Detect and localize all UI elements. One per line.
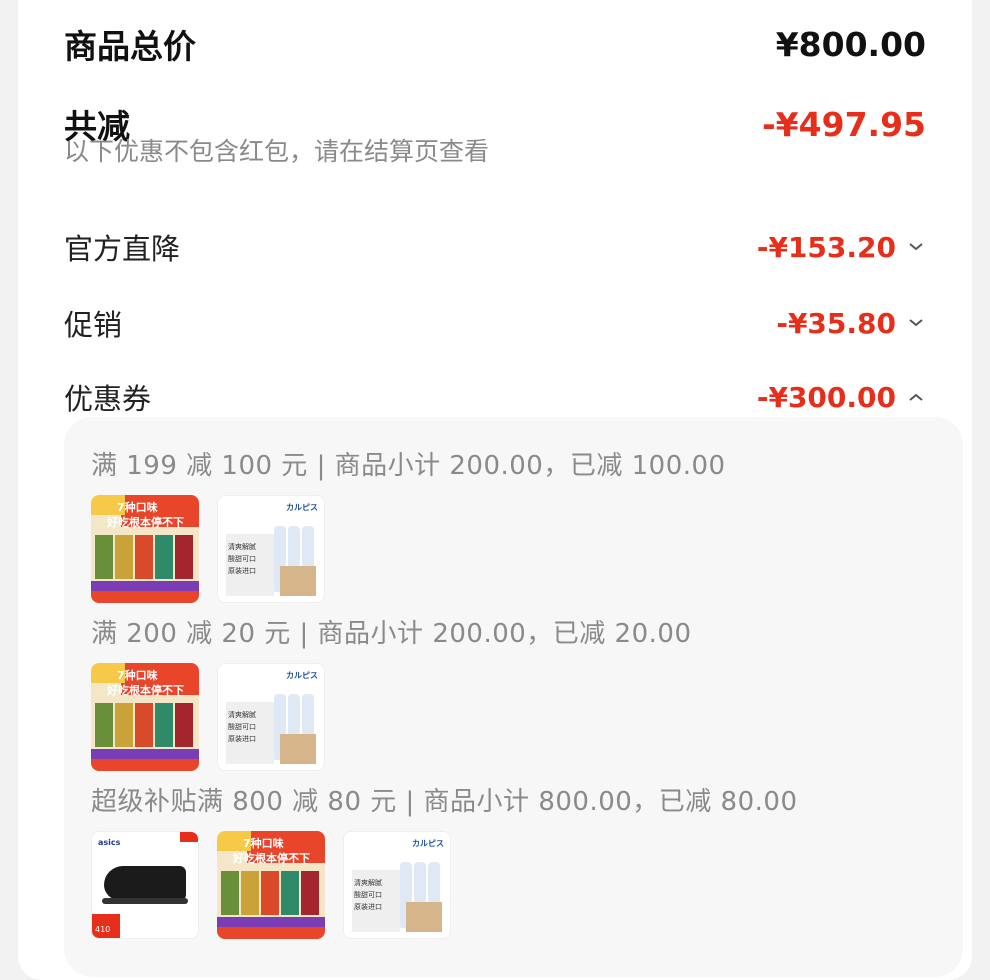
total-amount: ¥800.00 xyxy=(775,24,926,64)
breakdown-row-promo[interactable]: 促销 -¥35.80 xyxy=(64,302,926,344)
breakdown-row-official[interactable]: 官方直降 -¥153.20 xyxy=(64,226,926,268)
chevron-up-icon[interactable] xyxy=(906,387,926,407)
breakdown-amount: -¥300.00 xyxy=(756,380,896,414)
discount-note: 以下优惠不包含红包，请在结算页查看 xyxy=(64,137,490,166)
total-label: 商品总价 xyxy=(64,27,196,66)
coupon-line-3: 超级补贴满 800 减 80 元 | 商品小计 800.00，已减 80.00 xyxy=(91,787,798,817)
product-thumb-food[interactable]: 7种口味 好吃根本停不下 xyxy=(91,495,199,603)
product-thumb-water[interactable]: カルピス 清爽解腻 酸甜可口 原装进口 xyxy=(343,831,451,939)
coupon-products-3: asics 410 7种口味 好吃根本停不下 カルピス 清爽解腻 酸甜可口 原装… xyxy=(91,831,451,939)
product-thumb-food[interactable]: 7种口味 好吃根本停不下 xyxy=(91,663,199,771)
product-thumb-water[interactable]: カルピス 清爽解腻 酸甜可口 原装进口 xyxy=(217,663,325,771)
coupon-products-2: 7种口味 好吃根本停不下 カルピス 清爽解腻 酸甜可口 原装进口 xyxy=(91,663,325,771)
breakdown-label: 促销 xyxy=(64,308,123,342)
coupon-line-2: 满 200 减 20 元 | 商品小计 200.00，已减 20.00 xyxy=(91,619,692,649)
coupon-products-1: 7种口味 好吃根本停不下 カルピス 清爽解腻 酸甜可口 原装进口 xyxy=(91,495,325,603)
coupon-details: 满 199 减 100 元 | 商品小计 200.00，已减 100.00 7种… xyxy=(64,417,963,977)
breakdown-row-coupon[interactable]: 优惠券 -¥300.00 xyxy=(64,376,926,418)
product-thumb-water[interactable]: カルピス 清爽解腻 酸甜可口 原装进口 xyxy=(217,495,325,603)
product-thumb-shoe[interactable]: asics 410 xyxy=(91,831,199,939)
price-detail-card: 商品总价 ¥800.00 共减 -¥497.95 以下优惠不包含红包，请在结算页… xyxy=(18,0,972,980)
coupon-line-1: 满 199 减 100 元 | 商品小计 200.00，已减 100.00 xyxy=(91,451,726,481)
breakdown-amount: -¥153.20 xyxy=(756,230,896,264)
total-row: 商品总价 ¥800.00 xyxy=(64,20,926,68)
discount-amount: -¥497.95 xyxy=(761,104,926,144)
breakdown-label: 官方直降 xyxy=(64,232,181,266)
breakdown-amount: -¥35.80 xyxy=(776,306,896,340)
chevron-down-icon[interactable] xyxy=(906,313,926,333)
product-thumb-food[interactable]: 7种口味 好吃根本停不下 xyxy=(217,831,325,939)
breakdown-label: 优惠券 xyxy=(64,382,152,416)
chevron-down-icon[interactable] xyxy=(906,237,926,257)
